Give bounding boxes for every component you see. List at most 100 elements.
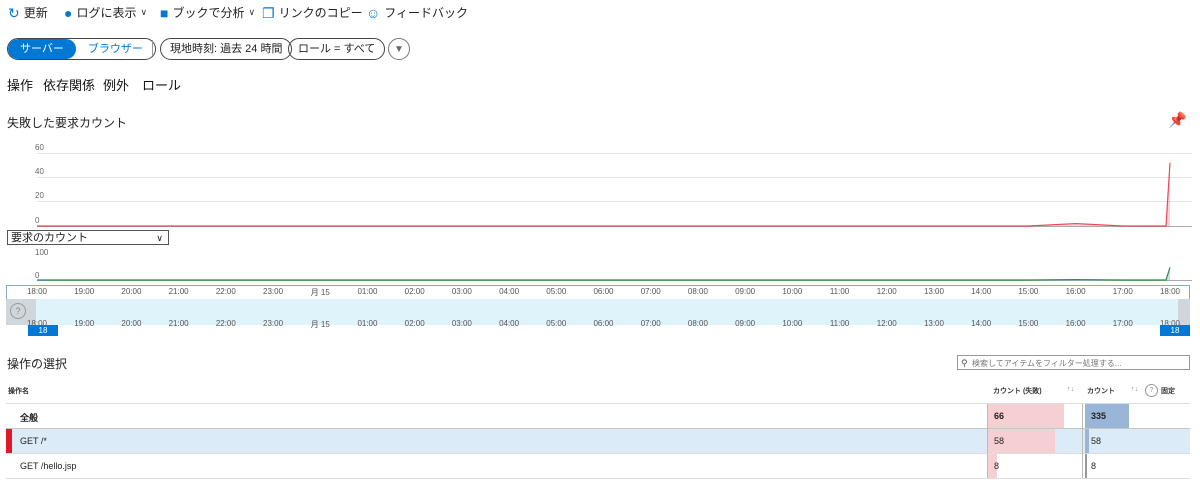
- series-area: [37, 267, 1170, 280]
- add-filter-button[interactable]: ▼: [388, 38, 410, 60]
- count-bar: [1085, 454, 1087, 478]
- time-label: 06:00: [593, 287, 614, 296]
- table-row[interactable]: 全般 66 335: [6, 404, 1190, 428]
- time-label: 07:00: [640, 287, 661, 296]
- time-label: 11:00: [829, 287, 850, 296]
- time-label: 14:00: [971, 287, 992, 296]
- time-label: 17:00: [1112, 319, 1133, 328]
- brush-end-tag: 18: [1160, 325, 1190, 336]
- time-label: 20:00: [121, 287, 142, 296]
- count-bar: [1085, 429, 1089, 453]
- metric-dropdown[interactable]: 要求のカウント ∨: [7, 230, 169, 245]
- time-label: 10:00: [782, 319, 803, 328]
- refresh-button[interactable]: ↻ 更新: [8, 4, 48, 21]
- time-label: 13:00: [923, 319, 944, 328]
- time-label: 01:00: [357, 319, 378, 328]
- copy-icon: ❐: [262, 4, 275, 21]
- chevron-down-icon: ∨: [140, 7, 148, 17]
- time-label: 21:00: [168, 319, 189, 328]
- column-divider: [987, 404, 988, 478]
- divider: [152, 40, 153, 56]
- role-filter[interactable]: ロール = すべて: [288, 38, 386, 60]
- time-label: 04:00: [499, 287, 520, 296]
- operation-name: GET /hello.jsp: [20, 461, 77, 471]
- chart-title: 失敗した要求カウント: [7, 116, 128, 130]
- time-range-filter[interactable]: 現地時刻: 過去 24 時間: [160, 38, 293, 60]
- workbook-icon: ■: [160, 4, 169, 21]
- time-label: 08:00: [687, 319, 708, 328]
- time-label: 18:00: [26, 287, 48, 296]
- refresh-label: 更新: [23, 6, 48, 20]
- search-input[interactable]: ⚲ 検索してアイテムをフィルター処理する...: [957, 355, 1190, 370]
- chevron-down-icon: ∨: [156, 233, 163, 243]
- feedback-label: フィードバック: [384, 6, 469, 20]
- time-label: 05:00: [546, 287, 567, 296]
- logs-label: ログに表示: [76, 6, 137, 20]
- feedback-button[interactable]: ☺ フィードバック: [366, 4, 468, 21]
- time-label: 06:00: [593, 319, 614, 328]
- time-label: 19:00: [74, 319, 95, 328]
- search-placeholder: 検索してアイテムをフィルター処理する...: [972, 359, 1122, 368]
- info-icon[interactable]: ?: [1145, 384, 1158, 397]
- time-label: 23:00: [263, 319, 284, 328]
- time-label: 21:00: [168, 287, 189, 296]
- time-label: 03:00: [451, 287, 472, 296]
- time-label: 02:00: [404, 287, 425, 296]
- time-label: 03:00: [451, 319, 472, 328]
- time-label: 13:00: [923, 287, 944, 296]
- server-toggle[interactable]: サーバー: [8, 39, 76, 59]
- sort-icon[interactable]: ↑↓: [1131, 386, 1138, 393]
- column-divider: [1082, 404, 1083, 478]
- column-header-failed[interactable]: カウント (失敗): [993, 386, 1042, 396]
- time-label: 09:00: [735, 287, 756, 296]
- browser-toggle[interactable]: ブラウザー: [76, 39, 155, 59]
- time-label: 17:00: [1112, 287, 1133, 296]
- time-label: 16:00: [1065, 287, 1086, 296]
- time-label: 月 15: [310, 320, 330, 329]
- time-label: 月 15: [310, 288, 330, 297]
- failed-count: 8: [994, 461, 1000, 471]
- request-count: 8: [1091, 461, 1097, 471]
- refresh-icon: ↻: [8, 4, 20, 21]
- sort-icon[interactable]: ↑↓: [1067, 386, 1074, 393]
- request-count: 58: [1091, 436, 1102, 446]
- feedback-icon: ☺: [366, 4, 381, 21]
- analyze-workbook-button[interactable]: ■ ブックで分析 ∨: [160, 4, 255, 21]
- time-label: 02:00: [404, 319, 425, 328]
- time-brush[interactable]: ? 18:00 19:00 20:00 21:00 22:00 23:00 月 15 01:0…: [6, 285, 1190, 339]
- time-label: 11:00: [829, 319, 850, 328]
- brush-start-tag: 18: [28, 325, 58, 336]
- time-label: 20:00: [121, 319, 142, 328]
- metric-dropdown-value: 要求のカウント: [11, 232, 88, 244]
- view-in-logs-button[interactable]: ● ログに表示 ∨: [64, 4, 147, 21]
- column-header-count[interactable]: カウント: [1087, 386, 1115, 396]
- table-row[interactable]: GET /hello.jsp 8 8: [6, 454, 1190, 478]
- column-header-name[interactable]: 操作名: [8, 386, 29, 396]
- time-label: 15:00: [1018, 287, 1039, 296]
- time-label: 08:00: [687, 287, 708, 296]
- failed-requests-series: [37, 162, 1171, 227]
- command-bar: ↻ 更新 ● ログに表示 ∨ ■ ブックで分析 ∨ ❐ リンクのコピー ☺ フィ…: [0, 0, 1200, 24]
- series-line: [37, 162, 1171, 227]
- time-label: 12:00: [876, 287, 897, 296]
- time-label: 19:00: [74, 287, 95, 296]
- series-line: [37, 267, 1171, 281]
- workbook-label: ブックで分析: [172, 6, 245, 20]
- selection-marker: [6, 429, 12, 453]
- operations-title: 操作の選択: [7, 357, 68, 371]
- search-icon: ⚲: [961, 358, 968, 368]
- copy-link-button[interactable]: ❐ リンクのコピー: [262, 4, 363, 21]
- tab-dependencies[interactable]: 依存関係: [43, 75, 95, 94]
- column-header-pin: 固定: [1161, 388, 1175, 395]
- tab-roles[interactable]: ロール: [142, 75, 181, 94]
- tab-operations[interactable]: 操作: [7, 75, 33, 94]
- request-count-chart: 100 0: [0, 247, 1200, 283]
- failed-requests-chart: 60 40 20 0: [0, 140, 1200, 230]
- table-row-selected[interactable]: GET /* 58 58: [6, 429, 1190, 453]
- pin-icon[interactable]: 📌: [1168, 111, 1187, 129]
- tab-exceptions[interactable]: 例外: [103, 75, 129, 94]
- time-label: 05:00: [546, 319, 567, 328]
- reset-icon[interactable]: ?: [10, 303, 26, 319]
- time-label: 16:00: [1065, 319, 1086, 328]
- logs-icon: ●: [64, 4, 73, 21]
